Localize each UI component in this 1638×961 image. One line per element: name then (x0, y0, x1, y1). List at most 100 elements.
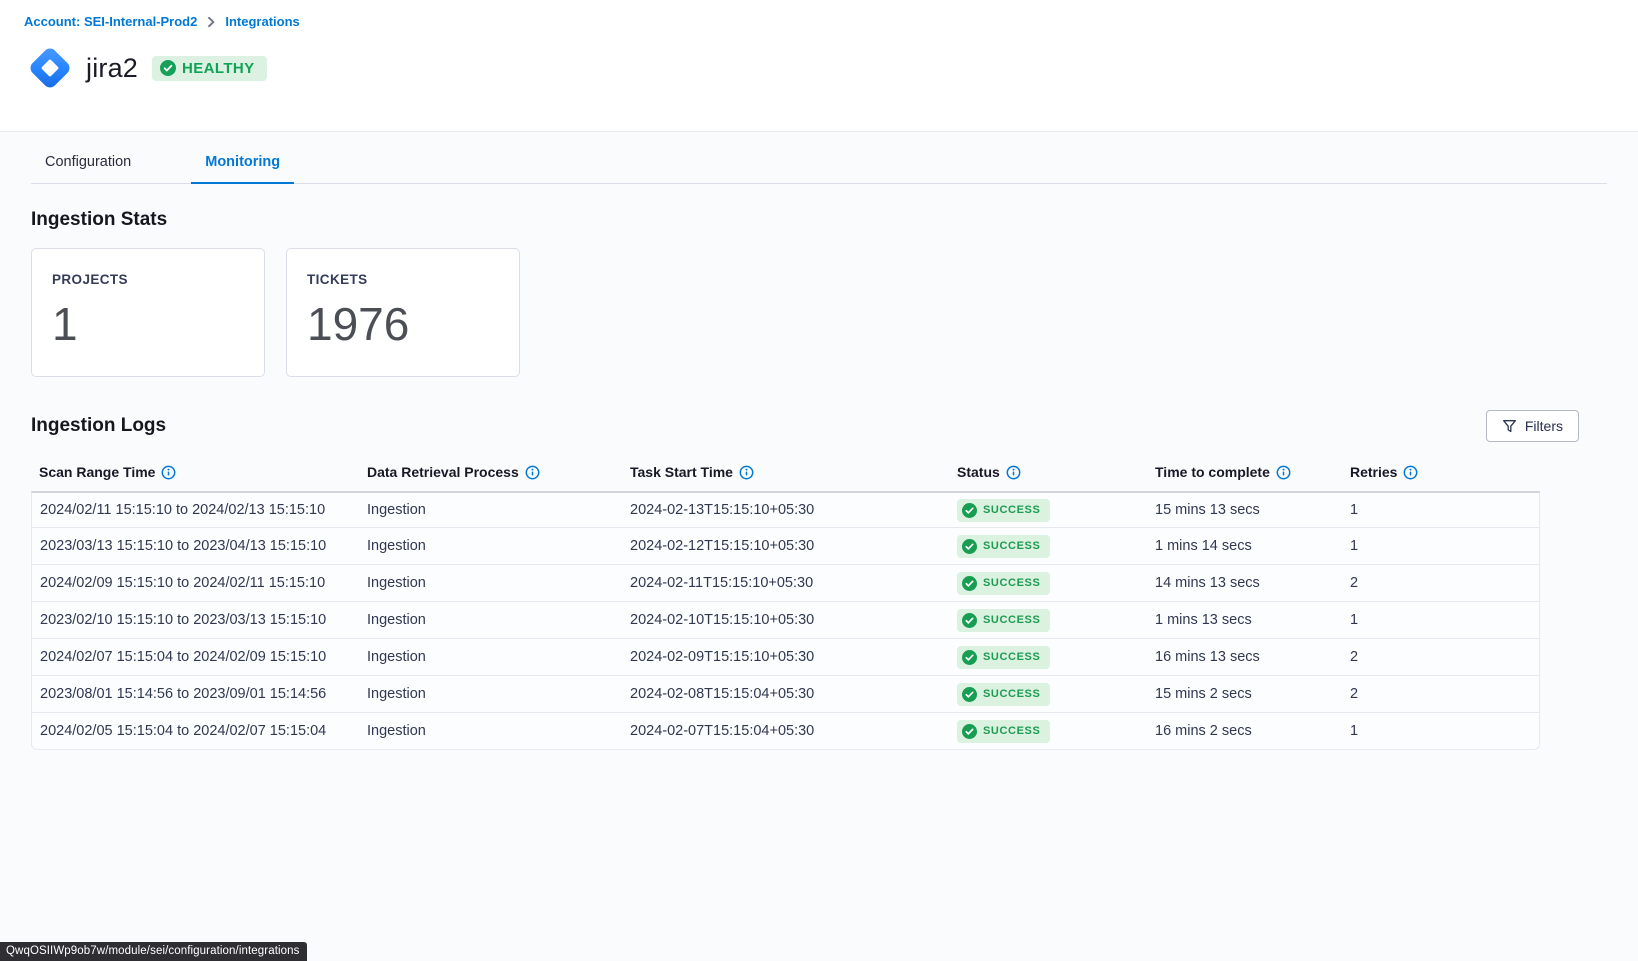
retries-cell: 2 (1342, 676, 1540, 713)
ingestion-stats-cards: PROJECTS 1 TICKETS 1976 (31, 248, 1607, 377)
time-to-complete-cell: 1 mins 13 secs (1147, 602, 1342, 639)
status-cell: SUCCESS (949, 565, 1147, 602)
status-bar-url-hint: QwqOSIIWp9ob7w/module/sei/configuration/… (0, 942, 307, 961)
retries-cell: 1 (1342, 713, 1540, 750)
log-row: 2023/02/10 15:15:10 to 2023/03/13 15:15:… (31, 602, 1540, 639)
logs-table-header-row: Scan Range Time Data Retrieval Process Tas… (31, 454, 1540, 491)
column-header: Time to complete (1147, 454, 1342, 491)
time-to-complete-cell: 16 mins 2 secs (1147, 713, 1342, 750)
status-cell: SUCCESS (949, 676, 1147, 713)
status-label: SUCCESS (983, 540, 1040, 552)
process-cell: Ingestion (359, 676, 622, 713)
process-cell: Ingestion (359, 602, 622, 639)
check-circle-icon (962, 613, 977, 628)
ingestion-logs-heading: Ingestion Logs (31, 415, 166, 437)
info-icon[interactable] (1276, 465, 1291, 480)
tab-configuration[interactable]: Configuration (31, 144, 145, 184)
retries-cell: 2 (1342, 565, 1540, 602)
process-cell: Ingestion (359, 565, 622, 602)
scan-range-cell: 2024/02/11 15:15:10 to 2024/02/13 15:15:… (31, 491, 359, 528)
column-header-label: Status (957, 464, 1000, 480)
filters-button[interactable]: Filters (1486, 410, 1579, 442)
ingestion-stats-heading: Ingestion Stats (31, 209, 1607, 231)
status-label: SUCCESS (983, 688, 1040, 700)
check-circle-icon (160, 60, 176, 76)
check-circle-icon (962, 724, 977, 739)
task-start-cell: 2024-02-13T15:15:10+05:30 (622, 491, 949, 528)
stat-value: 1 (52, 297, 244, 351)
scan-range-cell: 2024/02/09 15:15:10 to 2024/02/11 15:15:… (31, 565, 359, 602)
info-icon[interactable] (1403, 465, 1418, 480)
column-header: Status (949, 454, 1147, 491)
scan-range-cell: 2023/08/01 15:14:56 to 2023/09/01 15:14:… (31, 676, 359, 713)
status-cell: SUCCESS (949, 602, 1147, 639)
process-cell: Ingestion (359, 491, 622, 528)
ingestion-logs-header-row: Ingestion Logs Filters (31, 410, 1607, 442)
retries-cell: 1 (1342, 491, 1540, 528)
health-status-label: HEALTHY (182, 60, 255, 77)
main-content: Configuration Monitoring Ingestion Stats… (0, 131, 1638, 961)
breadcrumb-integrations-link[interactable]: Integrations (225, 14, 299, 29)
filters-button-label: Filters (1525, 418, 1563, 434)
status-cell: SUCCESS (949, 639, 1147, 676)
status-label: SUCCESS (983, 651, 1040, 663)
status-label: SUCCESS (983, 504, 1040, 516)
stat-card-tickets: TICKETS 1976 (286, 248, 520, 377)
task-start-cell: 2024-02-07T15:15:04+05:30 (622, 713, 949, 750)
page-header: Account: SEI-Internal-Prod2 Integrations… (0, 0, 1638, 131)
status-label: SUCCESS (983, 577, 1040, 589)
task-start-cell: 2024-02-12T15:15:10+05:30 (622, 528, 949, 565)
page-title: jira2 (86, 53, 138, 84)
filter-funnel-icon (1502, 419, 1517, 434)
info-icon[interactable] (525, 465, 540, 480)
info-icon[interactable] (161, 465, 176, 480)
scan-range-cell: 2023/02/10 15:15:10 to 2023/03/13 15:15:… (31, 602, 359, 639)
check-circle-icon (962, 576, 977, 591)
status-cell: SUCCESS (949, 528, 1147, 565)
status-badge: SUCCESS (957, 683, 1050, 706)
status-cell: SUCCESS (949, 491, 1147, 528)
log-row: 2023/03/13 15:15:10 to 2023/04/13 15:15:… (31, 528, 1540, 565)
status-badge: SUCCESS (957, 609, 1050, 632)
retries-cell: 1 (1342, 528, 1540, 565)
chevron-right-icon (205, 16, 217, 28)
integration-title-row: jira2 HEALTHY (24, 42, 1614, 94)
retries-cell: 2 (1342, 639, 1540, 676)
stat-label: TICKETS (307, 272, 499, 287)
time-to-complete-cell: 15 mins 13 secs (1147, 491, 1342, 528)
status-badge: SUCCESS (957, 572, 1050, 595)
tab-monitoring[interactable]: Monitoring (191, 144, 294, 184)
tabs: Configuration Monitoring (31, 132, 1607, 184)
status-cell: SUCCESS (949, 713, 1147, 750)
process-cell: Ingestion (359, 528, 622, 565)
log-row: 2023/08/01 15:14:56 to 2023/09/01 15:14:… (31, 676, 1540, 713)
column-header: Scan Range Time (31, 454, 359, 491)
column-header-label: Task Start Time (630, 464, 733, 480)
tab-monitoring-label: Monitoring (205, 154, 280, 170)
time-to-complete-cell: 1 mins 14 secs (1147, 528, 1342, 565)
column-header-label: Data Retrieval Process (367, 464, 519, 480)
task-start-cell: 2024-02-10T15:15:10+05:30 (622, 602, 949, 639)
info-icon[interactable] (739, 465, 754, 480)
stat-value: 1976 (307, 297, 499, 351)
column-header: Data Retrieval Process (359, 454, 622, 491)
info-icon[interactable] (1006, 465, 1021, 480)
column-header-label: Retries (1350, 464, 1397, 480)
log-row: 2024/02/11 15:15:10 to 2024/02/13 15:15:… (31, 491, 1540, 528)
breadcrumb-account-link[interactable]: Account: SEI-Internal-Prod2 (24, 14, 197, 29)
log-row: 2024/02/05 15:15:04 to 2024/02/07 15:15:… (31, 713, 1540, 750)
time-to-complete-cell: 15 mins 2 secs (1147, 676, 1342, 713)
tab-configuration-label: Configuration (45, 154, 131, 170)
status-badge: SUCCESS (957, 720, 1050, 743)
check-circle-icon (962, 687, 977, 702)
task-start-cell: 2024-02-11T15:15:10+05:30 (622, 565, 949, 602)
logs-table-body: 2024/02/11 15:15:10 to 2024/02/13 15:15:… (31, 491, 1540, 750)
scan-range-cell: 2023/03/13 15:15:10 to 2023/04/13 15:15:… (31, 528, 359, 565)
task-start-cell: 2024-02-08T15:15:04+05:30 (622, 676, 949, 713)
status-badge: SUCCESS (957, 535, 1050, 558)
check-circle-icon (962, 650, 977, 665)
retries-cell: 1 (1342, 602, 1540, 639)
check-circle-icon (962, 503, 977, 518)
time-to-complete-cell: 16 mins 13 secs (1147, 639, 1342, 676)
status-badge: SUCCESS (957, 646, 1050, 669)
